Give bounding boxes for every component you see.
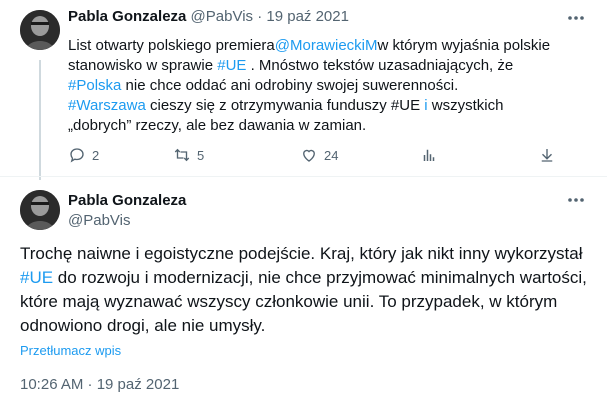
text-segment: . Mnóstwo tekstów uzasadniających, że xyxy=(246,57,514,74)
retweet-icon xyxy=(174,148,190,162)
text-segment: Trochę naiwne i egoistyczne podejście. K… xyxy=(20,244,583,263)
views-button[interactable] xyxy=(420,146,444,164)
reply-button[interactable]: 2 xyxy=(68,146,99,164)
hashtag-warszawa[interactable]: #Warszawa xyxy=(68,97,146,114)
hashtag-polska[interactable]: #Polska xyxy=(68,77,121,94)
tweet-timestamp[interactable]: 10:26 AM · 19 paź 2021 xyxy=(20,376,179,393)
retweet-count: 5 xyxy=(197,147,205,163)
text-segment: cieszy się z otrzymywania funduszy #UE xyxy=(145,97,425,114)
tweet-date[interactable]: 19 paź 2021 xyxy=(266,8,349,25)
avatar[interactable] xyxy=(20,10,60,50)
tweet-header: Pabla Gonzaleza @PabVis · 19 paź 2021 xyxy=(68,8,349,25)
like-count: 24 xyxy=(324,147,339,163)
bookmark-icon xyxy=(541,149,553,162)
like-button[interactable]: 24 xyxy=(300,146,338,164)
text-segment: List otwarty polskiego premiera xyxy=(68,37,275,54)
translate-link[interactable]: Przetłumacz wpis xyxy=(20,343,121,358)
thread-connector xyxy=(39,60,41,180)
retweet-button[interactable]: 5 xyxy=(173,146,204,164)
author-name[interactable]: Pabla Gonzaleza xyxy=(68,8,186,25)
tweet-text: List otwarty polskiego premiera@Morawiec… xyxy=(68,36,568,136)
reply-icon xyxy=(70,148,84,163)
divider xyxy=(0,176,607,177)
tweet-actions: 2 5 24 xyxy=(68,146,568,168)
more-icon[interactable] xyxy=(566,8,586,33)
text-segment: nie chce oddać ani odrobiny swojej suwer… xyxy=(121,77,459,94)
author-handle[interactable]: @PabVis xyxy=(191,8,253,25)
dot-separator: · xyxy=(257,8,263,25)
tweet-text: Trochę naiwne i egoistyczne podejście. K… xyxy=(20,242,590,338)
bookmark-button[interactable] xyxy=(538,146,562,164)
hashtag-ue[interactable]: #UE xyxy=(217,57,246,74)
like-icon xyxy=(303,149,315,162)
more-icon[interactable] xyxy=(566,190,586,215)
avatar[interactable] xyxy=(20,190,60,230)
text-segment: do rozwoju i modernizacji, nie chce przy… xyxy=(20,268,587,335)
author-handle[interactable]: @PabVis xyxy=(68,212,130,229)
mention-link[interactable]: @MorawieckiM xyxy=(275,37,378,54)
author-name[interactable]: Pabla Gonzaleza xyxy=(68,192,186,209)
hashtag-ue[interactable]: #UE xyxy=(20,268,53,287)
views-icon xyxy=(423,149,435,161)
reply-count: 2 xyxy=(92,147,100,163)
